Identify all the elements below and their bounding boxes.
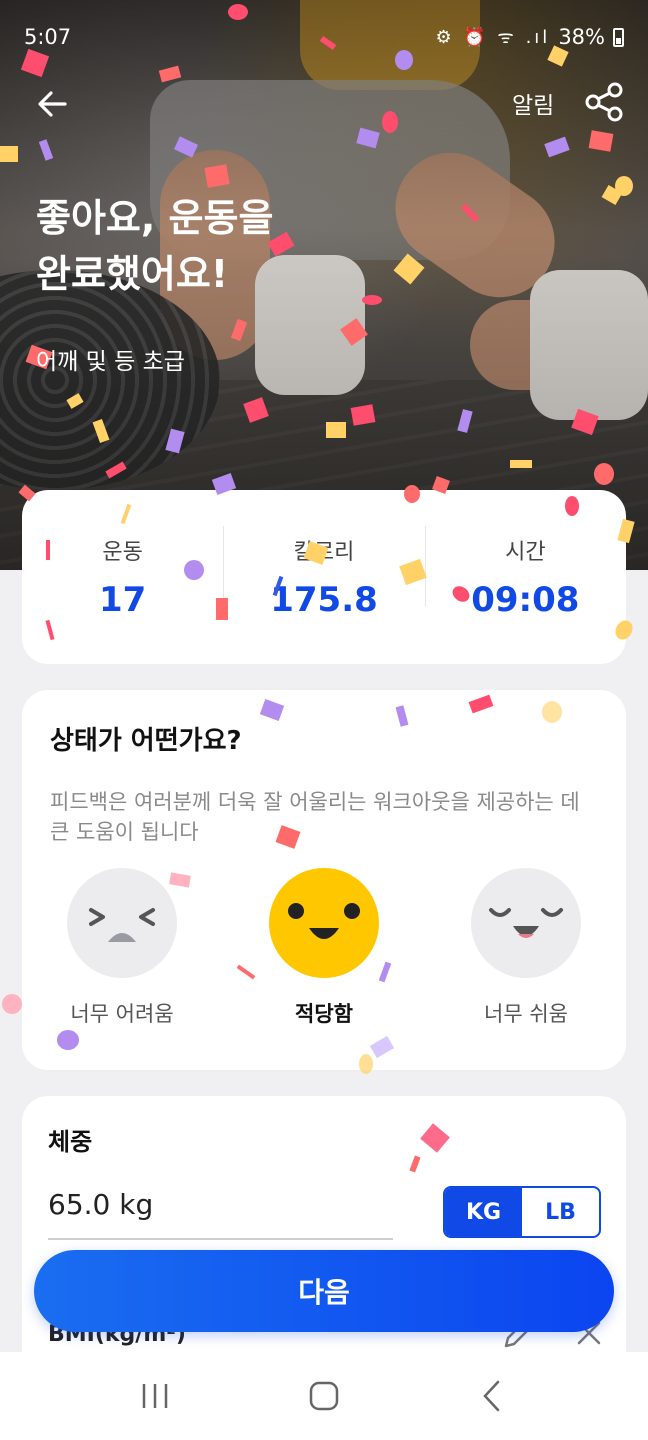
status-right: ⚙ ⏰ ᯤ .ıl 38% — [435, 25, 624, 49]
weight-input[interactable]: 65.0 kg — [48, 1188, 153, 1221]
stat-calories: 칼로리 175.8 — [223, 522, 424, 632]
option-moderate[interactable]: 적당함 — [224, 868, 424, 1028]
face-moderate-svg — [288, 903, 360, 939]
feedback-description: 피드백은 여러분께 더욱 잘 어울리는 워크아웃을 제공하는 데 큰 도움이 됩… — [50, 790, 580, 844]
system-nav-bar — [0, 1352, 648, 1440]
back-button[interactable] — [30, 82, 74, 126]
share-icon — [585, 82, 623, 122]
home-icon[interactable] — [304, 1376, 344, 1416]
unit-toggle: KG LB — [443, 1186, 601, 1238]
stat-time: 시간 09:08 — [424, 522, 626, 632]
option-label: 너무 어려움 — [70, 1002, 174, 1026]
option-too-hard[interactable]: 너무 어려움 — [22, 868, 222, 1028]
feedback-title: 상태가 어떤가요? — [50, 726, 242, 756]
face-easy-svg — [489, 908, 563, 938]
weight-title: 체중 — [48, 1128, 93, 1156]
face-hard-icon — [67, 868, 177, 978]
status-time: 5:07 — [24, 25, 72, 49]
next-button[interactable]: 다음 — [34, 1250, 614, 1332]
option-label: 너무 쉬움 — [484, 1002, 568, 1026]
face-hard-svg — [89, 908, 155, 942]
option-too-easy[interactable]: 너무 쉬움 — [426, 868, 626, 1028]
weight-input-underline — [48, 1238, 393, 1240]
unit-kg-button[interactable]: KG — [445, 1188, 522, 1236]
battery-icon — [613, 27, 624, 47]
stat-value: 175.8 — [270, 580, 378, 620]
stat-label: 칼로리 — [293, 540, 355, 565]
stat-value: 17 — [99, 580, 147, 620]
system-back-icon[interactable] — [473, 1376, 513, 1416]
feedback-options: 너무 어려움 적당함 너무 쉬움 — [22, 868, 626, 1028]
stat-exercises: 운동 17 — [22, 522, 223, 632]
unit-lb-button[interactable]: LB — [522, 1188, 599, 1236]
face-moderate-icon — [269, 868, 379, 978]
battery-percent: 38% — [558, 25, 605, 49]
stat-label: 시간 — [505, 540, 546, 565]
feedback-card: 상태가 어떤가요? 피드백은 여러분께 더욱 잘 어울리는 워크아웃을 제공하는… — [22, 690, 626, 1070]
stat-value: 09:08 — [471, 580, 580, 620]
stats-card: 운동 17 칼로리 175.8 시간 09:08 — [22, 490, 626, 664]
stat-label: 운동 — [102, 540, 143, 565]
page-title: 좋아요, 운동을 완료했어요! — [36, 196, 274, 296]
workout-name: 어깨 및 등 초급 — [36, 349, 185, 375]
status-bar: 5:07 ⚙ ⏰ ᯤ .ıl 38% — [0, 20, 648, 54]
weight-card: 체중 65.0 kg KG LB BMI(kg/m²) — [22, 1096, 626, 1396]
option-label: 적당함 — [295, 1002, 353, 1026]
recent-apps-icon[interactable] — [135, 1376, 175, 1416]
arrow-left-icon — [38, 91, 67, 117]
share-button[interactable] — [582, 80, 630, 128]
status-icons: ⚙ ⏰ ᯤ .ıl — [435, 27, 551, 48]
face-easy-icon — [471, 868, 581, 978]
alarm-link[interactable]: 알림 — [512, 86, 554, 120]
